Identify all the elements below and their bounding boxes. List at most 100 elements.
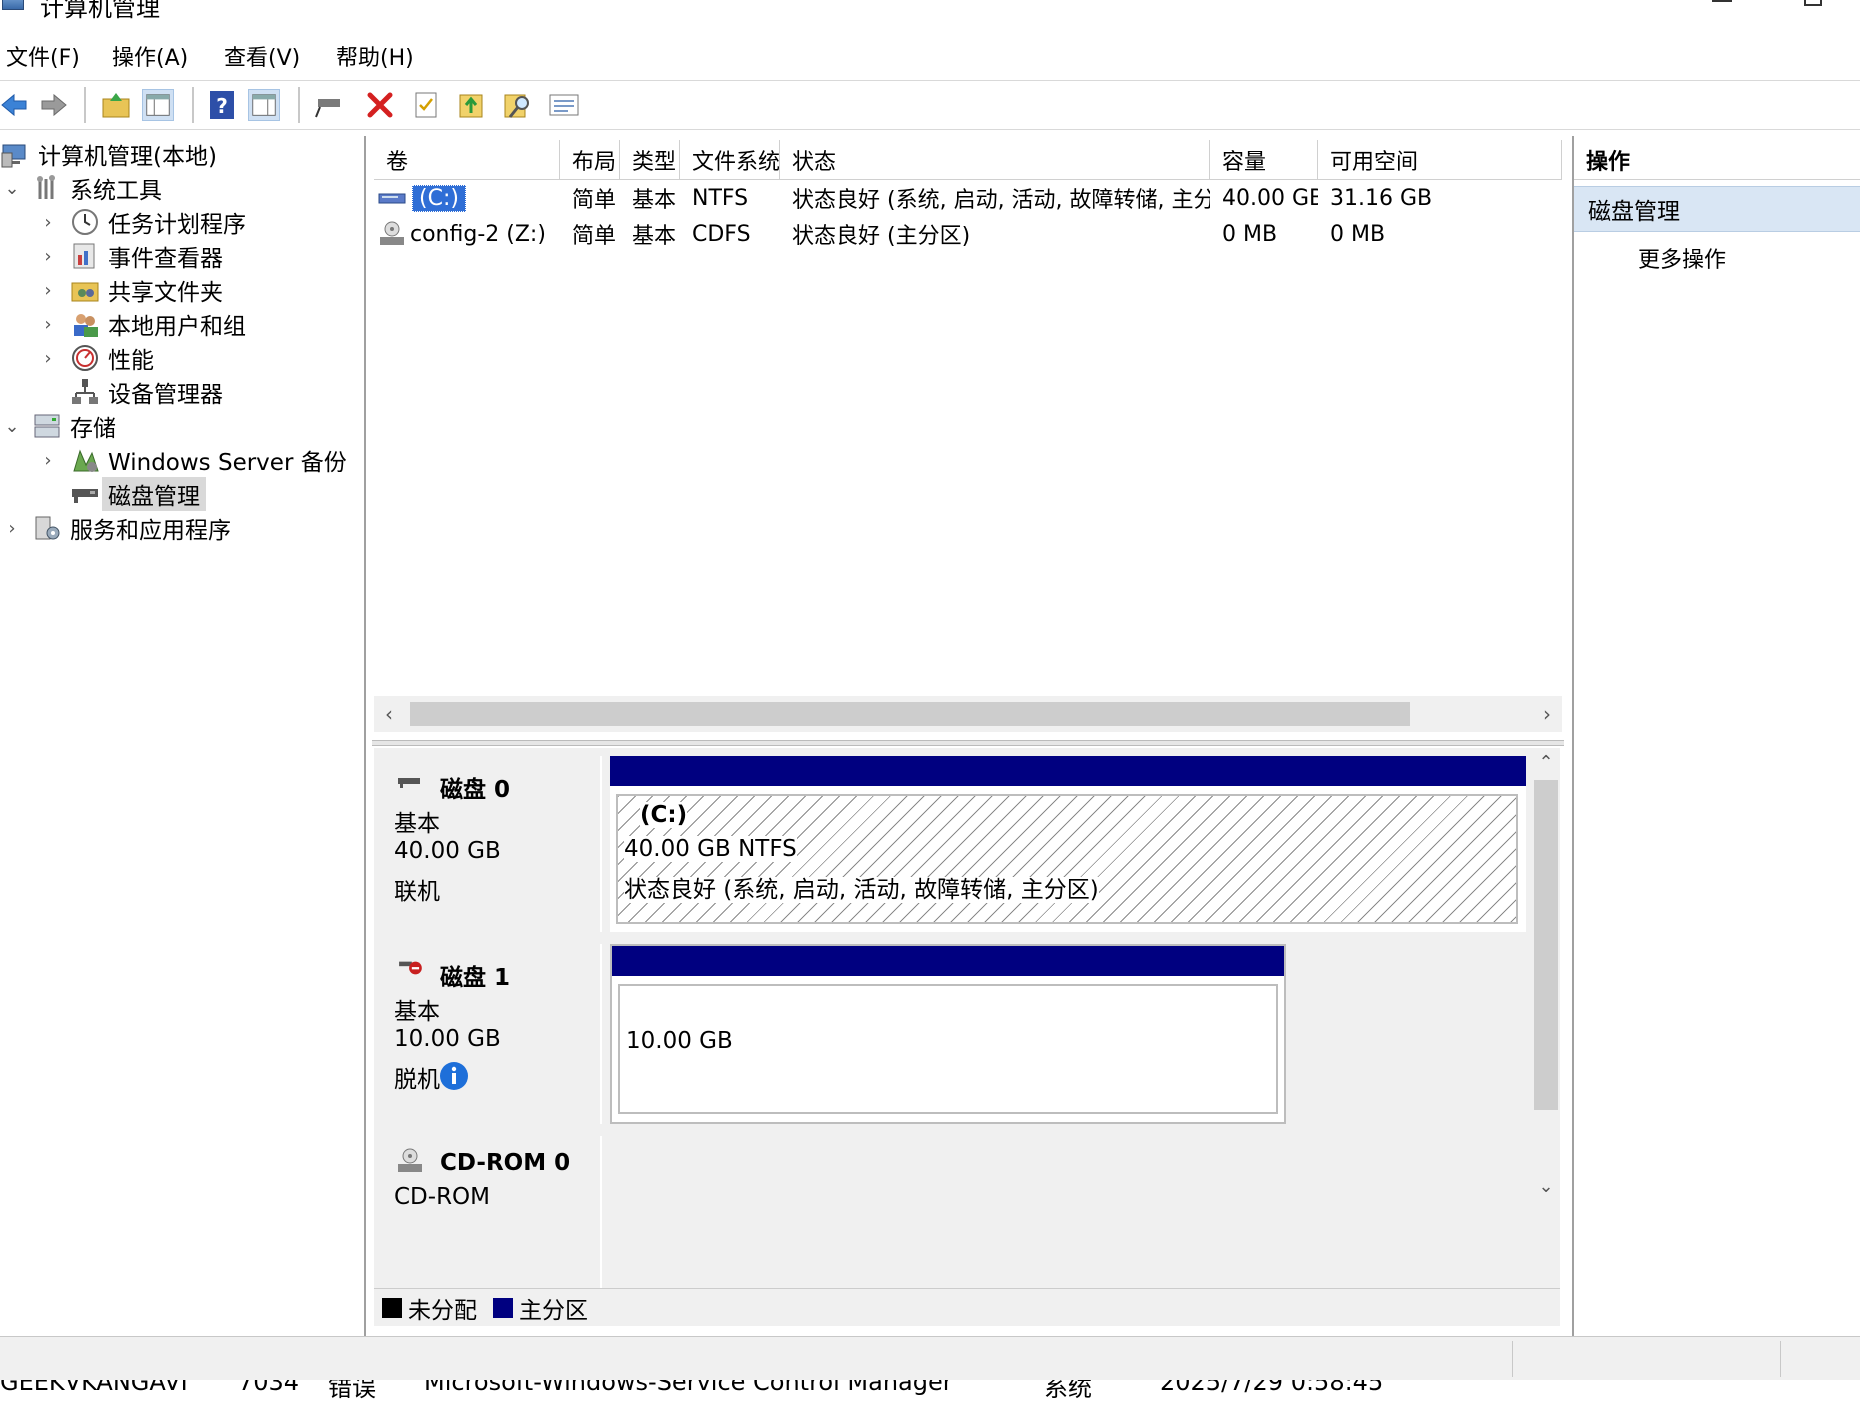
tree-node-performance[interactable]: 性能 <box>70 340 154 376</box>
menu-file[interactable]: 文件(F) <box>6 40 80 72</box>
column-free-space[interactable]: 可用空间 <box>1318 140 1562 180</box>
view-list-icon[interactable] <box>548 89 580 121</box>
scroll-right-icon[interactable]: › <box>1532 696 1562 732</box>
actions-section-disk-management[interactable]: 磁盘管理 <box>1574 186 1860 232</box>
scroll-up-icon[interactable]: ⌃ <box>1532 748 1560 776</box>
shared-folder-icon <box>70 275 100 305</box>
volume-type: 基本 <box>632 188 677 213</box>
more-actions-link[interactable]: 更多操作 <box>1638 240 1726 276</box>
pane-splitter[interactable] <box>372 740 1564 746</box>
column-status[interactable]: 状态 <box>780 140 1210 180</box>
chevron-right-icon[interactable]: › <box>2 510 22 546</box>
minimize-button[interactable] <box>1712 0 1732 2</box>
partition-status: 状态良好 (系统, 启动, 活动, 故障转储, 主分区) <box>624 877 1099 903</box>
partition-detail: 40.00 GB NTFS <box>624 836 797 862</box>
menu-view[interactable]: 查看(V) <box>224 40 300 72</box>
disk-icon <box>398 778 420 788</box>
disk-management-icon <box>70 479 100 509</box>
users-icon <box>70 309 100 339</box>
disk-1-partition[interactable]: 10.00 GB <box>610 944 1286 1124</box>
disk-0-partition[interactable]: (C:) 40.00 GB NTFS 状态良好 (系统, 启动, 活动, 故障转… <box>610 756 1526 932</box>
tree-node-services-apps[interactable]: 服务和应用程序 <box>32 510 231 546</box>
properties-icon[interactable] <box>410 89 442 121</box>
tree-node-root[interactable]: 计算机管理(本地) <box>0 136 217 172</box>
device-manager-icon <box>70 377 100 407</box>
volume-layout: 简单 <box>572 224 617 249</box>
scroll-left-icon[interactable]: ‹ <box>374 696 404 732</box>
status-bar <box>0 1336 1860 1380</box>
volume-layout: 简单 <box>572 188 617 213</box>
back-icon[interactable] <box>0 89 32 121</box>
up-folder-icon[interactable] <box>100 89 132 121</box>
menu-action[interactable]: 操作(A) <box>112 40 188 72</box>
forward-icon[interactable] <box>38 89 70 121</box>
window-title: 计算机管理 <box>40 0 160 22</box>
help-icon[interactable]: ? <box>206 89 238 121</box>
disk-offline-icon <box>399 961 422 975</box>
volume-name: (C:) <box>412 184 466 212</box>
connect-drive-icon[interactable] <box>314 89 346 121</box>
chevron-right-icon[interactable]: › <box>38 272 58 308</box>
tree-node-system-tools[interactable]: 系统工具 <box>32 170 162 206</box>
column-filesystem[interactable]: 文件系统 <box>680 140 780 180</box>
column-type[interactable]: 类型 <box>620 140 680 180</box>
disk-name: 磁盘 0 <box>440 777 511 803</box>
computer-management-icon <box>2 0 24 10</box>
tree-node-disk-management[interactable]: 磁盘管理 <box>70 476 206 512</box>
disk-name: 磁盘 1 <box>440 965 511 991</box>
column-capacity[interactable]: 容量 <box>1210 140 1318 180</box>
search-icon[interactable] <box>502 89 534 121</box>
scroll-thumb[interactable] <box>1534 780 1558 1110</box>
column-volume[interactable]: 卷 <box>374 140 560 180</box>
cd-drive-icon <box>380 221 404 245</box>
legend-label: 主分区 <box>519 1297 588 1324</box>
column-layout[interactable]: 布局 <box>560 140 620 180</box>
scroll-thumb[interactable] <box>410 702 1410 726</box>
export-icon[interactable] <box>456 89 488 121</box>
disk-kind: 基本 <box>394 811 440 837</box>
maximize-button[interactable] <box>1804 0 1822 6</box>
delete-icon[interactable] <box>364 89 396 121</box>
show-hide-tree-icon[interactable] <box>142 89 174 121</box>
tree-node-windows-server-backup[interactable]: Windows Server 备份 <box>70 442 347 478</box>
volume-row[interactable]: config-2 (Z:) 简单 基本 CDFS 状态良好 (主分区) 0 MB… <box>374 216 1562 252</box>
actions-header: 操作 <box>1574 140 1860 180</box>
legend: 未分配 主分区 <box>374 1288 1560 1326</box>
info-icon[interactable] <box>438 1060 470 1092</box>
volume-list-header: 卷 布局 类型 文件系统 状态 容量 可用空间 <box>374 140 1562 180</box>
event-viewer-icon <box>70 241 100 271</box>
partition-detail: 10.00 GB <box>626 1028 733 1054</box>
chevron-right-icon[interactable]: › <box>38 204 58 240</box>
disk-1-info[interactable]: 磁盘 1 基本 10.00 GB 脱机 <box>374 944 602 1124</box>
chevron-right-icon[interactable]: › <box>38 238 58 274</box>
volume-row[interactable]: (C:) 简单 基本 NTFS 状态良好 (系统, 启动, 活动, 故障转储, … <box>374 180 1562 216</box>
tree-node-shared-folders[interactable]: 共享文件夹 <box>70 272 223 308</box>
volume-capacity: 40.00 GB <box>1222 185 1318 211</box>
backup-icon <box>70 445 100 475</box>
tools-icon <box>32 173 62 203</box>
chevron-right-icon[interactable]: › <box>38 306 58 342</box>
chevron-down-icon[interactable]: ⌄ <box>2 408 22 444</box>
chevron-right-icon[interactable]: › <box>38 442 58 478</box>
title-bar: 计算机管理 <box>0 0 1860 28</box>
chevron-down-icon[interactable]: ⌄ <box>2 170 22 206</box>
show-hide-action-pane-icon[interactable] <box>248 89 280 121</box>
tree-node-task-scheduler[interactable]: 任务计划程序 <box>70 204 246 240</box>
tree-node-device-manager[interactable]: 设备管理器 <box>70 374 223 410</box>
storage-icon <box>32 411 62 441</box>
chevron-right-icon[interactable]: › <box>38 340 58 376</box>
scroll-down-icon[interactable]: ⌄ <box>1532 1172 1560 1200</box>
disk-state: 联机 <box>394 879 440 905</box>
tree-node-storage[interactable]: 存储 <box>32 408 116 444</box>
volume-capacity: 0 MB <box>1222 221 1278 247</box>
volume-free-space: 0 MB <box>1330 221 1386 247</box>
horizontal-scrollbar[interactable]: ‹ › <box>374 696 1562 732</box>
legend-label: 未分配 <box>408 1297 477 1324</box>
vertical-scrollbar[interactable]: ⌃ ⌄ <box>1532 748 1560 1278</box>
menu-help[interactable]: 帮助(H) <box>336 40 414 72</box>
background-event-row: GEEKVKANGAVI 7034 错误 Microsoft-Windows-S… <box>0 1380 1860 1406</box>
tree-node-event-viewer[interactable]: 事件查看器 <box>70 238 223 274</box>
disk-0-info[interactable]: 磁盘 0 基本 40.00 GB 联机 <box>374 756 602 932</box>
svg-text:?: ? <box>216 94 228 118</box>
tree-node-local-users[interactable]: 本地用户和组 <box>70 306 246 342</box>
